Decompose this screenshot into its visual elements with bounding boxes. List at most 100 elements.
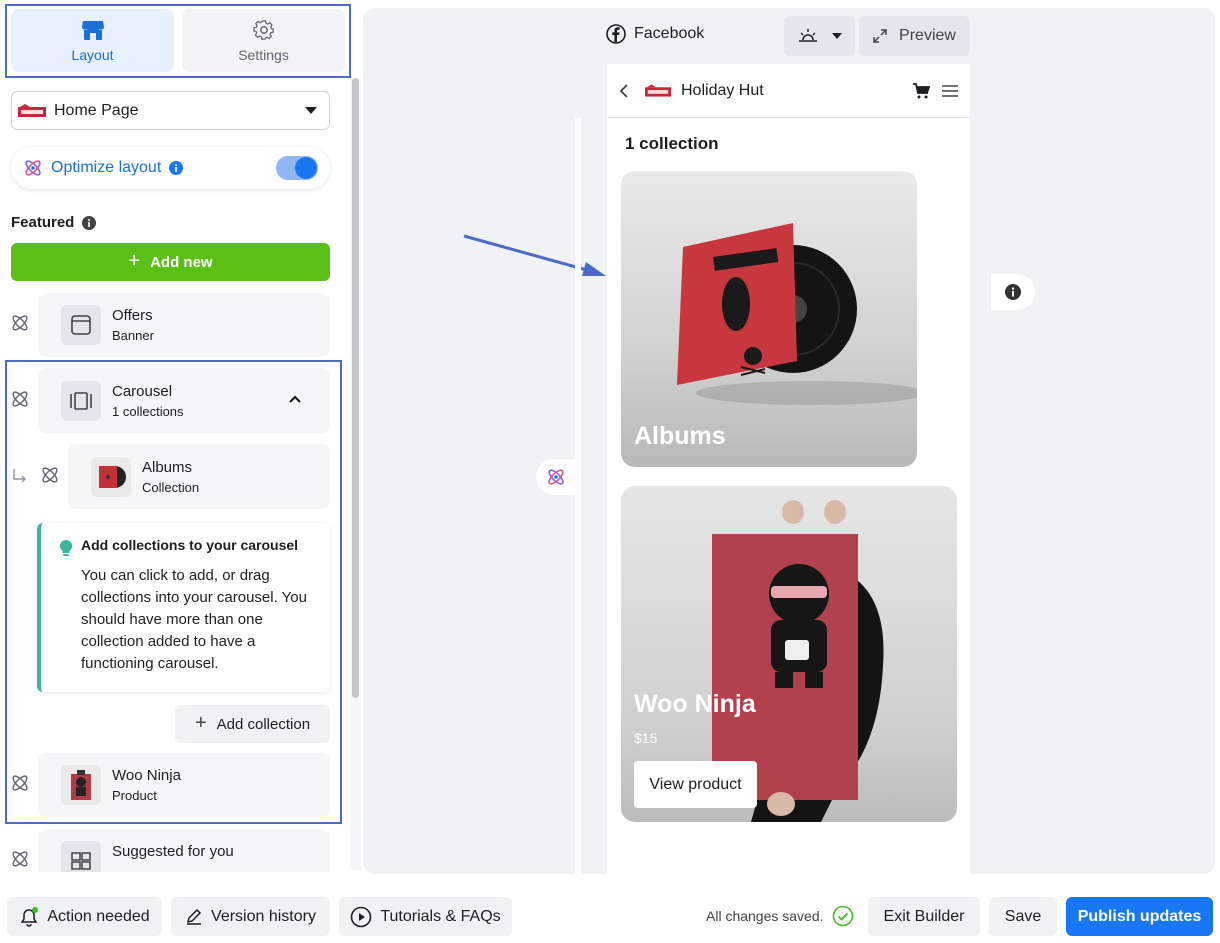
scrollbar-thumb[interactable] <box>352 78 359 698</box>
list-item-albums[interactable]: Albums Collection <box>68 444 330 509</box>
item-title: Suggested for you <box>112 843 234 860</box>
version-history-button[interactable]: Version history <box>171 897 330 936</box>
carousel-tip: Add collections to your carousel You can… <box>37 523 330 692</box>
atom-icon[interactable] <box>10 389 30 409</box>
atom-icon <box>25 160 41 176</box>
publish-updates-button[interactable]: Publish updates <box>1066 897 1213 936</box>
preview-button[interactable]: Preview <box>859 16 970 56</box>
list-item-carousel[interactable]: Carousel 1 collections <box>38 368 330 433</box>
save-status-text: All changes saved. <box>706 908 824 924</box>
tab-settings[interactable]: Settings <box>182 9 345 72</box>
atom-icon[interactable] <box>40 465 60 485</box>
add-collection-button[interactable]: + Add collection <box>175 705 330 743</box>
save-status: All changes saved. <box>706 905 854 927</box>
preview-button-label: Preview <box>899 27 956 44</box>
tab-layout[interactable]: Layout <box>11 9 174 72</box>
platform-label: Facebook <box>606 24 704 44</box>
expand-icon <box>873 29 887 43</box>
albums-card-title: Albums <box>634 422 726 450</box>
holiday-hut-logo-icon <box>645 84 671 97</box>
item-title: Woo Ninja <box>112 767 181 784</box>
item-title: Offers <box>112 307 153 324</box>
add-collection-label: Add collection <box>216 715 311 733</box>
annotation-arrow <box>463 234 606 276</box>
list-item-offers[interactable]: Offers Banner <box>38 293 330 357</box>
plus-icon: + <box>128 249 141 272</box>
sun-horizon-icon <box>798 29 817 42</box>
info-float-button[interactable] <box>991 274 1035 310</box>
sidebar: Layout Settings Home Page Optimize layou… <box>0 0 362 872</box>
theme-toggle-button[interactable] <box>784 16 855 56</box>
albums-collection-card[interactable]: Albums <box>621 171 917 467</box>
page-select-value: Home Page <box>54 101 139 119</box>
platform-label-text: Facebook <box>634 25 705 42</box>
bottom-toolbar: Action needed Version history Tutorials … <box>0 878 1220 943</box>
holiday-hut-logo-icon <box>18 103 46 117</box>
optimize-float-button[interactable] <box>536 459 576 495</box>
add-new-button[interactable]: + Add new <box>11 243 330 281</box>
exit-builder-button[interactable]: Exit Builder <box>868 897 980 936</box>
atom-icon[interactable] <box>10 313 30 333</box>
child-arrow-icon <box>13 469 26 483</box>
optimize-layout-toggle[interactable] <box>276 156 318 180</box>
item-title: Carousel <box>112 382 173 400</box>
bell-icon <box>20 906 39 927</box>
grid-icon <box>61 841 101 872</box>
info-icon[interactable] <box>169 161 184 175</box>
optimize-layout-label: Optimize layout <box>51 159 162 176</box>
tutorials-label: Tutorials & FAQs <box>380 907 501 925</box>
play-circle-icon <box>351 906 372 927</box>
tutorials-button[interactable]: Tutorials & FAQs <box>339 897 512 936</box>
shop-name: Holiday Hut <box>681 81 764 99</box>
tab-layout-label: Layout <box>71 46 114 63</box>
menu-icon[interactable] <box>942 84 958 98</box>
list-item-woo-ninja[interactable]: Woo Ninja Product <box>38 753 330 817</box>
product-card-price: $15 <box>634 730 658 746</box>
save-button[interactable]: Save <box>989 897 1057 936</box>
facebook-icon <box>606 24 626 44</box>
version-history-label: Version history <box>211 907 316 925</box>
tip-body: You can click to add, or drag collection… <box>81 567 307 672</box>
item-subtitle: Banner <box>112 328 154 343</box>
product-thumbnail <box>61 765 101 805</box>
add-new-label: Add new <box>150 253 213 271</box>
phone-preview: Holiday Hut 1 collection Albums Woo Ninj… <box>607 64 970 874</box>
action-needed-label: Action needed <box>47 907 150 925</box>
tip-title: Add collections to your carousel <box>81 537 299 553</box>
woo-ninja-product-card[interactable]: Woo Ninja $15 View product <box>621 486 957 822</box>
view-product-button[interactable]: View product <box>634 761 757 808</box>
page-select-dropdown[interactable]: Home Page <box>11 91 330 130</box>
chevron-up-icon[interactable] <box>288 394 302 404</box>
cart-icon[interactable] <box>912 82 930 99</box>
tab-settings-label: Settings <box>238 46 289 63</box>
atom-icon[interactable] <box>10 849 30 869</box>
gear-icon <box>252 19 274 40</box>
lightbulb-icon <box>59 539 73 556</box>
atom-icon <box>548 469 564 485</box>
item-subtitle: Product <box>112 788 157 803</box>
atom-icon[interactable] <box>10 773 30 793</box>
chevron-left-icon[interactable] <box>619 83 629 99</box>
caret-down-icon <box>831 33 842 39</box>
product-card-title: Woo Ninja <box>634 690 756 718</box>
optimize-layout-row: Optimize layout <box>11 147 330 189</box>
check-circle-icon <box>832 905 853 927</box>
action-needed-button[interactable]: Action needed <box>7 897 162 936</box>
caret-down-icon <box>305 107 317 114</box>
list-item-suggested[interactable]: Suggested for you <box>38 829 330 872</box>
item-subtitle: 1 collections <box>112 403 184 419</box>
featured-label: Featured <box>11 214 75 231</box>
preview-rail <box>575 118 581 874</box>
shop-header: Holiday Hut <box>607 64 970 118</box>
info-icon <box>1005 284 1021 300</box>
store-icon <box>81 20 104 40</box>
carousel-icon <box>61 380 101 421</box>
album-thumbnail <box>91 456 131 497</box>
item-subtitle: Collection <box>142 479 200 495</box>
item-title: Albums <box>142 458 193 476</box>
pencil-icon <box>187 908 202 925</box>
banner-icon <box>61 305 101 345</box>
collection-count-heading: 1 collection <box>625 134 719 153</box>
plus-icon: + <box>194 711 207 734</box>
info-icon[interactable] <box>82 215 97 230</box>
